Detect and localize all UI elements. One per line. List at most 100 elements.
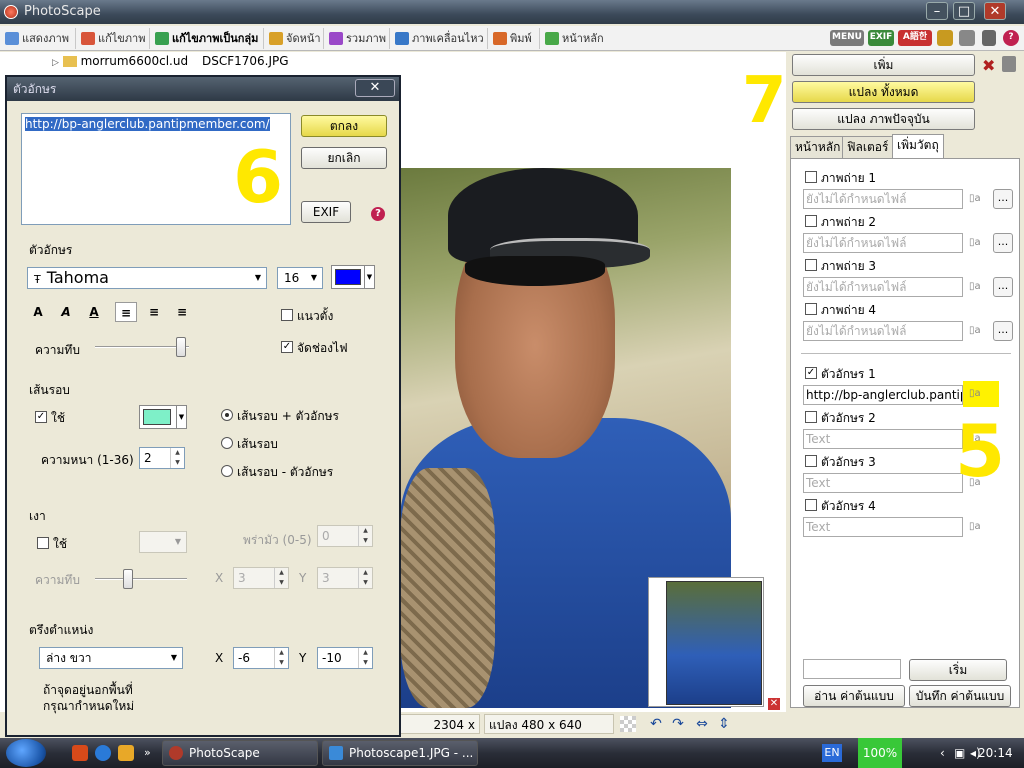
pos-x-spinner[interactable]: -6 ▲ ▼ — [233, 647, 289, 669]
internet-explorer-icon[interactable] — [95, 745, 111, 761]
clock[interactable]: 20:14 — [978, 738, 1013, 768]
minimize-button[interactable]: – — [926, 2, 948, 20]
thumbnail-close-icon[interactable]: ✕ — [768, 698, 780, 710]
file-list-item[interactable]: DSCF1706.JPG — [202, 54, 289, 68]
exif-button[interactable]: EXIF — [868, 30, 894, 46]
thumbnail-preview[interactable] — [648, 577, 764, 707]
tab-home[interactable]: หน้าหลัก — [542, 28, 610, 49]
quicklaunch-app-icon[interactable] — [72, 745, 88, 761]
font-color-button[interactable]: ▼ — [331, 265, 375, 289]
tab-combine[interactable]: รวมภาพ — [326, 28, 390, 49]
photo1-browse-button[interactable]: ... — [993, 189, 1013, 209]
convert-all-button[interactable]: แปลง ทั้งหมด — [792, 81, 975, 103]
start-button[interactable] — [6, 739, 46, 767]
spinner-arrows-icon[interactable]: ▲ ▼ — [358, 526, 372, 546]
photo4-field[interactable]: ยังไม่ได้กำหนดไฟล์ — [803, 321, 963, 341]
spinner-arrows-icon[interactable]: ▲ ▼ — [274, 568, 288, 588]
folder-icon[interactable] — [937, 30, 953, 46]
tab-page[interactable]: จัดหน้า — [266, 28, 324, 49]
blur-spinner[interactable]: 0 ▲ ▼ — [317, 525, 373, 547]
outline-use-checkbox[interactable]: ✓ — [35, 411, 47, 423]
photo2-field[interactable]: ยังไม่ได้กำหนดไฟล์ — [803, 233, 963, 253]
tab-filter[interactable]: ฟิลเตอร์ — [842, 136, 894, 158]
align-left-button[interactable]: ≡ — [115, 302, 137, 322]
photo1-checkbox[interactable] — [805, 171, 817, 183]
tab-viewer[interactable]: แสดงภาพ — [2, 28, 76, 49]
preset-name-field[interactable] — [803, 659, 901, 679]
cancel-button[interactable]: ยกเลิก — [301, 147, 387, 169]
folder-tree-item[interactable]: ▷ morrum6600cl.ud — [52, 54, 188, 68]
spinner-arrows-icon[interactable]: ▲ ▼ — [170, 448, 184, 468]
tab-batch-editor[interactable]: แก้ไขภาพเป็นกลุ่ม — [152, 28, 264, 49]
spinner-arrows-icon[interactable]: ▲ ▼ — [358, 568, 372, 588]
shadow-opacity-slider[interactable] — [95, 569, 187, 589]
save-preset-button[interactable]: บันทึก ค่าต้นแบบ — [909, 685, 1011, 707]
task-photoscape[interactable]: PhotoScape — [162, 740, 318, 766]
trash-icon[interactable] — [1002, 56, 1016, 72]
battery-indicator[interactable]: 100% — [858, 738, 902, 768]
photo2-browse-button[interactable]: ... — [993, 233, 1013, 253]
maximize-button[interactable]: □ — [953, 2, 975, 20]
help-icon[interactable]: ? — [371, 207, 385, 221]
photo3-edit-icon[interactable]: ▯a — [969, 279, 987, 295]
font-size-select[interactable]: 16 ▼ — [277, 267, 323, 289]
photo4-edit-icon[interactable]: ▯a — [969, 323, 987, 339]
photo3-checkbox[interactable] — [805, 259, 817, 271]
text4-field[interactable]: Text — [803, 517, 963, 537]
pos-y-spinner[interactable]: -10 ▲ ▼ — [317, 647, 373, 669]
outline-minus-text-radio[interactable] — [221, 465, 233, 477]
rotate-right-icon[interactable]: ↷ — [670, 716, 686, 732]
text3-field[interactable]: Text — [803, 473, 963, 493]
copy-icon[interactable] — [959, 30, 975, 46]
shadow-color-button[interactable]: ▼ — [139, 531, 187, 553]
dialog-close-button[interactable]: ✕ — [355, 79, 395, 97]
photo3-browse-button[interactable]: ... — [993, 277, 1013, 297]
exif-insert-button[interactable]: EXIF — [301, 201, 351, 223]
start-button[interactable]: เริ่ม — [909, 659, 1007, 681]
tools-icon[interactable] — [982, 30, 996, 46]
menu-button[interactable]: MENU — [830, 30, 864, 46]
opacity-slider[interactable] — [95, 337, 189, 357]
font-family-select[interactable]: Ŧ Tahoma ▼ — [27, 267, 267, 289]
tab-add-objects[interactable]: เพิ่มวัตถุ — [892, 134, 944, 158]
opacity-slider-handle[interactable] — [176, 337, 186, 357]
outline-color-button[interactable]: ▼ — [139, 405, 187, 429]
tab-animated-gif[interactable]: ภาพเคลื่อนไหว — [392, 28, 488, 49]
shadow-use-checkbox[interactable] — [37, 537, 49, 549]
shadow-opacity-slider-handle[interactable] — [123, 569, 133, 589]
language-button[interactable]: A語한 — [898, 30, 932, 46]
vertical-checkbox[interactable] — [281, 309, 293, 321]
photo2-checkbox[interactable] — [805, 215, 817, 227]
ok-button[interactable]: ตกลง — [301, 115, 387, 137]
photo1-edit-icon[interactable]: ▯a — [969, 191, 987, 207]
underline-button[interactable]: A — [83, 302, 105, 322]
messenger-icon[interactable] — [118, 745, 134, 761]
photo4-checkbox[interactable] — [805, 303, 817, 315]
text2-checkbox[interactable] — [805, 411, 817, 423]
photo4-browse-button[interactable]: ... — [993, 321, 1013, 341]
align-right-button[interactable]: ≡ — [171, 302, 193, 322]
text1-checkbox[interactable]: ✓ — [805, 367, 817, 379]
position-select[interactable]: ล่าง ขวา ▼ — [39, 647, 183, 669]
tray-chevron-icon[interactable]: ‹ — [940, 738, 945, 768]
transparency-icon[interactable] — [620, 716, 636, 732]
tab-print[interactable]: พิมพ์ — [490, 28, 540, 49]
text3-checkbox[interactable] — [805, 455, 817, 467]
spinner-arrows-icon[interactable]: ▲ ▼ — [358, 648, 372, 668]
task-photo-viewer[interactable]: Photoscape1.JPG - ... — [322, 740, 478, 766]
text2-field[interactable]: Text — [803, 429, 963, 449]
flip-horizontal-icon[interactable]: ⇔ — [694, 716, 710, 732]
language-indicator[interactable]: EN — [822, 744, 842, 762]
network-icon[interactable]: ▣ — [954, 738, 965, 768]
shadow-y-spinner[interactable]: 3 ▲ ▼ — [317, 567, 373, 589]
text4-edit-icon[interactable]: ▯a — [969, 519, 987, 535]
text1-edit-icon[interactable]: ▯a — [963, 381, 999, 407]
close-button[interactable]: ✕ — [984, 2, 1006, 20]
outline-plus-text-radio[interactable] — [221, 409, 233, 421]
shadow-x-spinner[interactable]: 3 ▲ ▼ — [233, 567, 289, 589]
bold-button[interactable]: A — [27, 302, 49, 322]
outline-only-radio[interactable] — [221, 437, 233, 449]
text4-checkbox[interactable] — [805, 499, 817, 511]
photo1-field[interactable]: ยังไม่ได้กำหนดไฟล์ — [803, 189, 963, 209]
italic-button[interactable]: A — [55, 302, 77, 322]
